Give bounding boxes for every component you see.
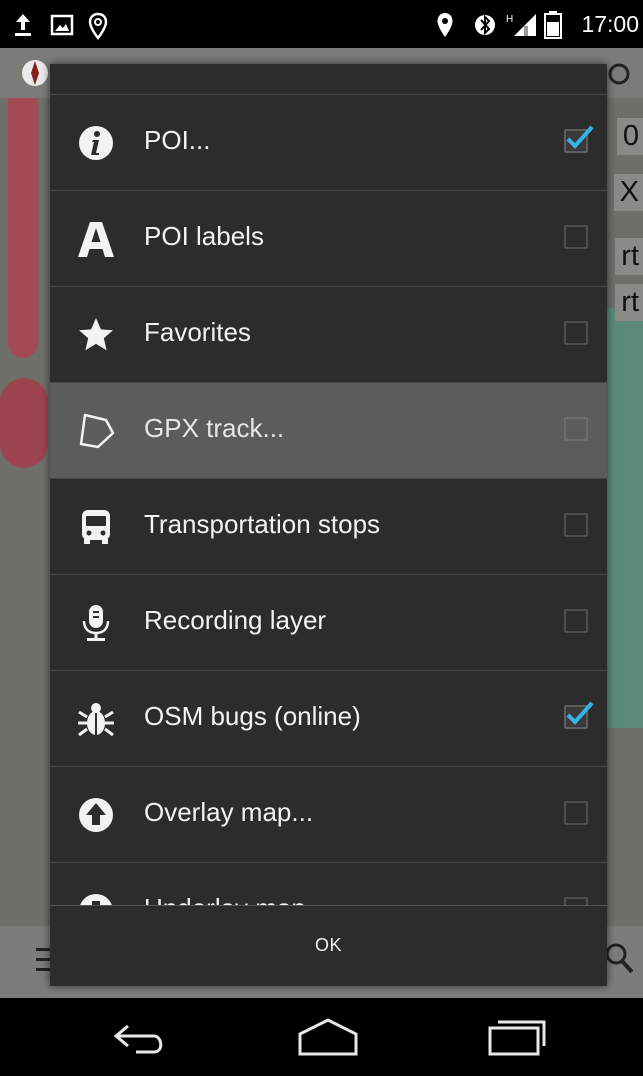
layer-item-gpx-track[interactable]: GPX track... [50,383,607,479]
battery-icon [544,11,562,39]
polygon-track-icon [79,413,115,449]
svg-text:H: H [506,14,513,25]
map-label: rt [615,238,643,275]
rotate-icon [608,63,630,85]
layer-checkbox[interactable] [564,609,588,633]
layer-item-recording-layer[interactable]: Recording layer [50,575,607,671]
ok-button[interactable]: OK [50,906,607,986]
upload-icon [15,14,31,36]
status-time: 17:00 [581,11,639,37]
layer-item-favorites[interactable]: Favorites [50,287,607,383]
home-icon[interactable] [296,1016,360,1060]
layer-label: OSM bugs (online) [144,701,361,731]
map-road [8,98,38,358]
layer-item-poi-labels[interactable]: POI labels [50,191,607,287]
map-label: 0 [616,118,643,155]
compass-icon [22,60,48,86]
back-icon[interactable] [108,1016,172,1060]
layer-label: Recording layer [144,605,327,635]
layer-item-poi[interactable]: POI... [50,95,607,191]
layers-dialog: POI... POI labels Favorites GPX track...… [50,64,607,986]
navigation-bar [0,998,643,1076]
layer-checkbox[interactable] [564,513,588,537]
microphone-icon [82,605,110,641]
checkmark-icon [566,701,594,725]
recent-apps-icon[interactable] [486,1016,550,1060]
bus-icon [82,510,110,544]
map-label: rt [615,284,643,321]
bug-icon [78,703,114,737]
search-icon [605,943,634,974]
letter-a-icon [78,222,114,257]
layer-checkbox[interactable] [564,701,594,729]
layer-item-osm-bugs[interactable]: OSM bugs (online) [50,671,607,767]
arrow-up-circle-icon [79,798,113,832]
map-label: X [613,174,643,211]
layer-label: POI labels [144,221,264,251]
checkmark-icon [566,125,594,149]
layer-item-transportation-stops[interactable]: Transportation stops [50,479,607,575]
layer-checkbox[interactable] [564,417,588,441]
screen: H 17:00 0 X rt rt POI... POI labels Favo… [0,0,643,1076]
layer-item-overlay-map[interactable]: Overlay map... [50,767,607,863]
location-pin-icon [437,13,453,37]
layer-label: Transportation stops [144,509,381,539]
status-bar: H 17:00 [0,0,643,48]
layer-item-underlay-map[interactable]: Underlay map... [50,863,607,907]
layer-checkbox[interactable] [564,225,588,249]
info-icon [79,126,113,160]
bluetooth-icon [475,14,495,36]
signal-icon: H [506,14,536,36]
map-road [0,378,48,468]
layer-label: GPX track... [144,413,285,443]
layer-checkbox[interactable] [564,125,594,153]
layer-label: POI... [144,125,211,155]
layer-label: Favorites [144,317,251,347]
star-icon [79,318,113,351]
layer-list: POI... POI labels Favorites GPX track...… [50,95,607,907]
layer-checkbox[interactable] [564,801,588,825]
image-icon [50,14,74,36]
location-pin-outline-icon [88,12,108,40]
layer-checkbox[interactable] [564,321,588,345]
layer-label: Overlay map... [144,797,314,827]
